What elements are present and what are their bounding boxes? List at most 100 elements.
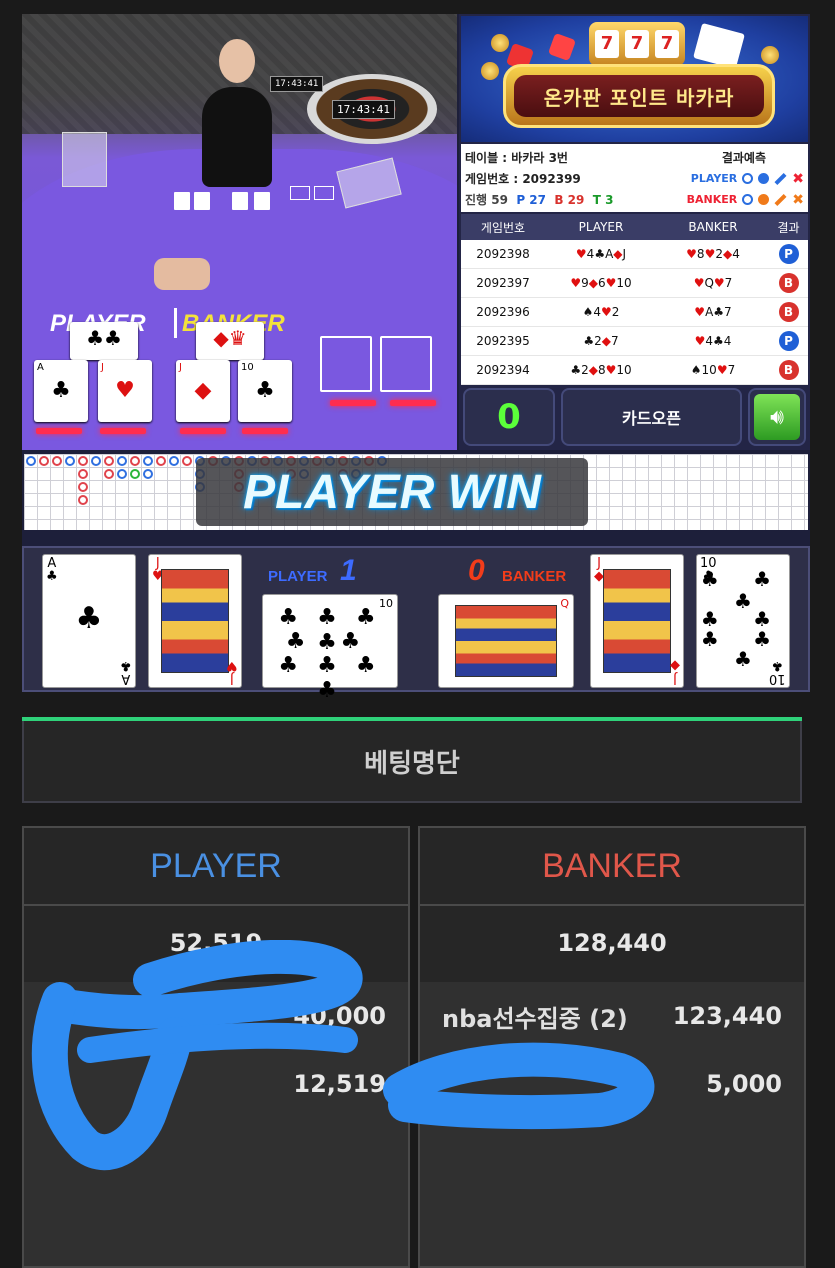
empty-slot-2 — [380, 336, 432, 392]
road-bead — [104, 469, 114, 479]
player-card-1: A ♣ ♣ A ♣ — [42, 554, 136, 688]
history-row: 2092397 ♥9◆6♥10 ♥Q♥7 B — [461, 269, 808, 298]
table-card-player-2: J ♥ — [98, 360, 152, 422]
countdown-display: 0 — [463, 388, 555, 446]
history-row: 2092398 ♥4♣A◆J ♥8♥2◆4 P — [461, 240, 808, 269]
history-banker-cards: ♥4♣4 — [694, 334, 732, 348]
road-bead — [26, 456, 36, 466]
table-card-player-3: ♣♣ — [70, 322, 138, 360]
player-win-badge: P — [778, 331, 799, 351]
history-banker-cards: ♠10♥7 — [690, 363, 736, 377]
history-table: 게임번호 PLAYER BANKER 결과 2092398 ♥4♣A◆J ♥8♥2◆… — [461, 214, 808, 385]
banker-win-badge: B — [778, 360, 799, 380]
prediction-label: 결과예측 — [721, 151, 766, 165]
game-area: 17:43:41 17:43:41 PLAYER BANKER ♣♣ ◆♛ A♣… — [22, 14, 810, 703]
road-bead — [156, 456, 166, 466]
table-card-banker-3: ◆♛ — [196, 322, 264, 360]
empty-slot-1 — [320, 336, 372, 392]
dealer-hands — [154, 258, 210, 290]
history-banker-cards: ♥Q♥7 — [693, 276, 733, 290]
predict-banker-edit-icon[interactable] — [774, 193, 787, 206]
player-bets-total: 52,519 — [169, 929, 263, 957]
player-bet-row: 12,519 — [293, 1070, 386, 1098]
history-game-id: 2092397 — [476, 276, 530, 290]
history-row: 2092394 ♣2◆8♥10 ♠10♥7 B — [461, 356, 808, 385]
card-shoe — [62, 132, 107, 187]
table-name: 테이블 : 바카라 3번 — [465, 151, 568, 165]
info-panel: 777 온카판 포인트 바카라 테이블 : 바카라 3번 결과예측 게임번호 :… — [459, 14, 810, 450]
predict-player-x-icon[interactable]: ✖ — [792, 171, 804, 187]
card-open-button[interactable]: 카드오픈 — [561, 388, 742, 446]
road-bead — [104, 456, 114, 466]
history-row: 2092395 ♣2◆7 ♥4♣4 P — [461, 327, 808, 356]
player-bets-column: PLAYER 52,519 40,000 12,519 — [22, 826, 410, 1268]
history-game-id: 2092394 — [476, 363, 530, 377]
player-card-3: ♣ ♣ ♣ ♣ ♣ ♣ ♣ ♣ ♣ ♣ 10 — [262, 594, 398, 703]
history-banker-cards: ♥8♥2◆4 — [686, 247, 740, 261]
player-bets-header: PLAYER — [24, 828, 408, 906]
banker-bets-header: BANKER — [420, 828, 804, 906]
predict-player-edit-icon[interactable] — [774, 172, 787, 185]
player-card-2: J ♥ J ♥ — [148, 554, 242, 688]
result-cards-panel: PLAYER 1 0 BANKER A ♣ ♣ A ♣ J ♥ J ♥ ♣ ♣ ♣ ♣ … — [22, 546, 810, 703]
betting-list-title: 베팅명단 — [22, 721, 802, 803]
road-bead — [52, 456, 62, 466]
result-banker-label: BANKER — [502, 568, 567, 585]
video-clock-1: 17:43:41 — [270, 76, 324, 92]
road-bead — [169, 456, 179, 466]
banker-card-1: Q — [438, 594, 574, 688]
predict-banker-open-icon[interactable] — [742, 194, 754, 205]
road-bead — [130, 469, 140, 479]
history-player-cards: ♠4♥2 — [582, 305, 620, 319]
player-bet-row: 40,000 — [293, 1002, 386, 1030]
table-card-banker-1: J ◆ — [176, 360, 230, 422]
road-bead — [78, 469, 88, 479]
speaker-icon[interactable]: 🔊︎ — [754, 394, 800, 440]
dealer — [197, 35, 277, 189]
result-banker-score: 0 — [468, 554, 485, 587]
result-player-label: PLAYER — [268, 568, 328, 585]
predict-banker-x-icon[interactable]: ✖ — [792, 192, 804, 208]
banker-bets-column: BANKER 128,440 nba선수집중 (2) 123,440 5,000 — [418, 826, 806, 1268]
road-bead — [117, 469, 127, 479]
result-player-score: 1 — [340, 554, 357, 587]
slot-machine-icon: 777 — [589, 22, 685, 66]
progress-stats: 진행 59 P 27 B 29 T 3 — [465, 193, 614, 207]
banner-title: 온카판 포인트 바카라 — [514, 75, 764, 117]
history-game-id: 2092396 — [476, 305, 530, 319]
table-card-banker-2: 10 ♣ — [238, 360, 292, 422]
table-info: 테이블 : 바카라 3번 결과예측 게임번호 : 2092399 PLAYER … — [461, 144, 808, 212]
banker-card-2: J ◆ J ◆ — [590, 554, 684, 688]
road-bead — [78, 456, 88, 466]
table-card-player-1: A ♣ — [34, 360, 88, 422]
road-bead — [143, 469, 153, 479]
predict-banker-fill-icon[interactable] — [758, 194, 770, 205]
history-player-cards: ♥4♣A◆J — [575, 247, 627, 261]
promo-banner: 777 온카판 포인트 바카라 — [461, 16, 808, 142]
road-bead — [65, 456, 75, 466]
predict-player-row: PLAYER ✖ — [690, 170, 804, 187]
control-bar: 0 카드오픈 🔊︎ — [461, 386, 808, 448]
road-bead — [78, 482, 88, 492]
road-bead — [39, 456, 49, 466]
road-bead — [117, 456, 127, 466]
banker-bet-row: 5,000 — [706, 1070, 782, 1098]
road-bead — [182, 456, 192, 466]
predict-banker-row: BANKER ✖ — [686, 191, 804, 208]
banker-bets-total: 128,440 — [557, 929, 667, 957]
history-player-cards: ♥9◆6♥10 — [570, 276, 632, 290]
video-clock-2: 17:43:41 — [332, 100, 395, 119]
predict-player-fill-icon[interactable] — [758, 173, 770, 184]
banker-win-badge: B — [778, 302, 799, 322]
history-row: 2092396 ♠4♥2 ♥A♣7 B — [461, 298, 808, 327]
history-banker-cards: ♥A♣7 — [694, 305, 732, 319]
road-bead — [143, 456, 153, 466]
history-header: 게임번호 PLAYER BANKER 결과 — [461, 214, 808, 240]
history-game-id: 2092395 — [476, 334, 530, 348]
player-win-badge: P — [778, 244, 799, 264]
predict-player-open-icon[interactable] — [742, 173, 754, 184]
game-number: 게임번호 : 2092399 — [465, 172, 581, 186]
road-bead — [91, 456, 101, 466]
history-player-cards: ♣2◆8♥10 — [570, 363, 632, 377]
live-video: 17:43:41 17:43:41 PLAYER BANKER ♣♣ ◆♛ A♣… — [22, 14, 457, 450]
